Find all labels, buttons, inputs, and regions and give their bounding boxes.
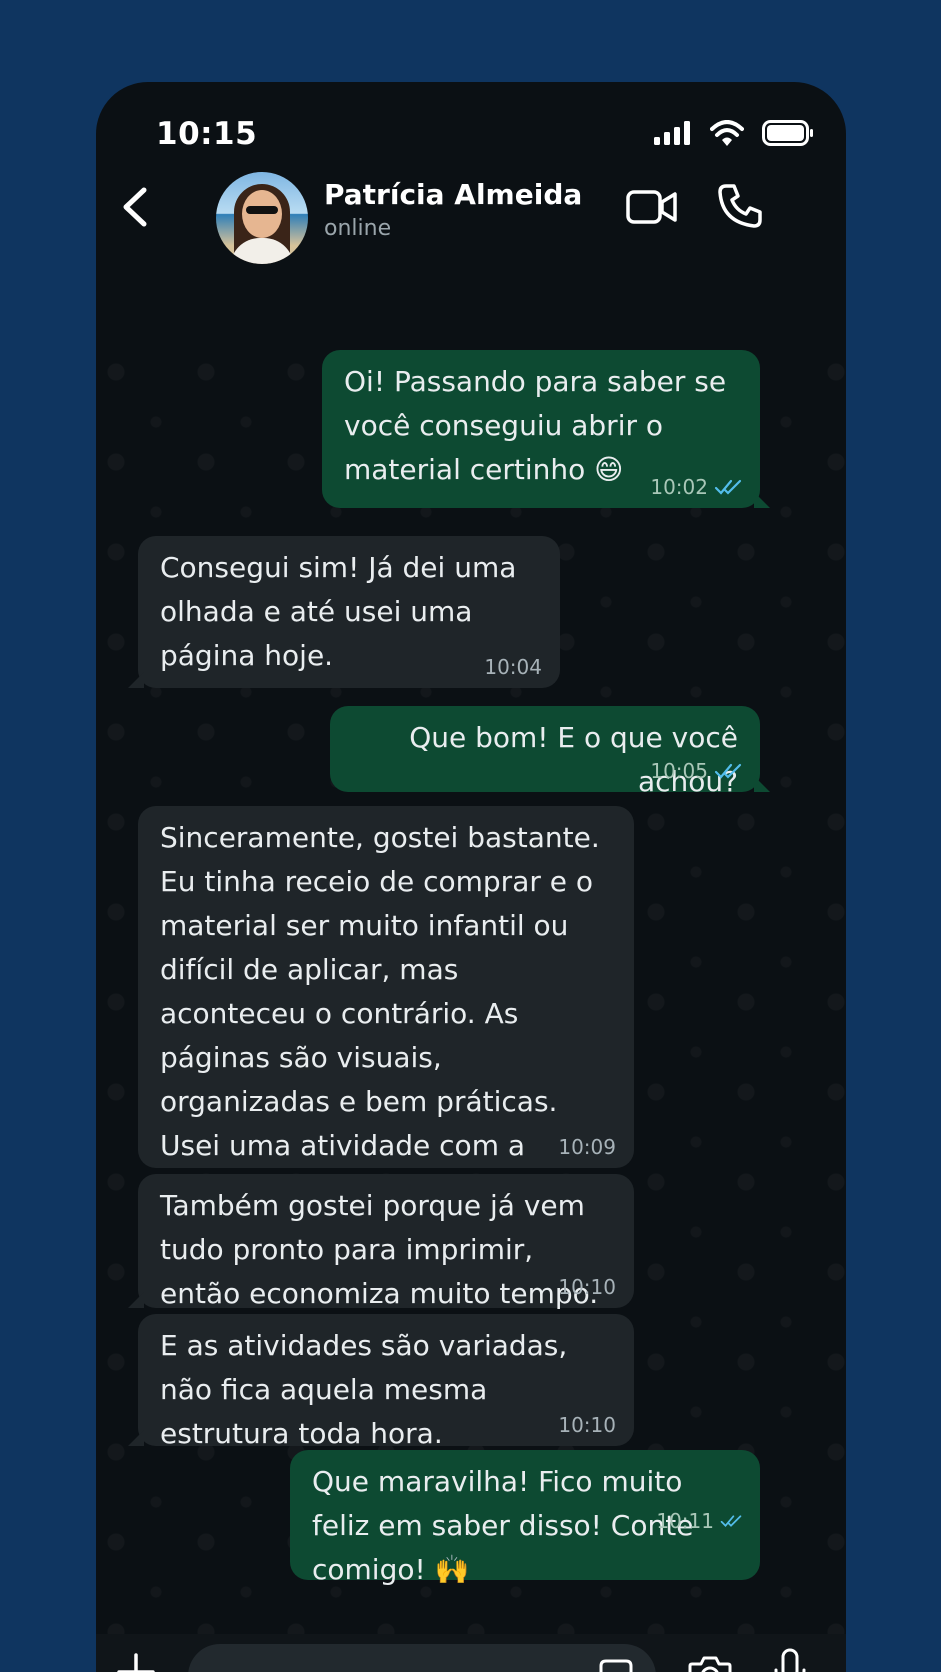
message-time: 10:04 [484,655,542,679]
message-time: 10:09 [558,1135,616,1159]
message-time: 10:10 [558,1275,616,1299]
message-text: Que maravilha! Fico muito feliz em saber… [312,1465,694,1586]
microphone-icon[interactable] [772,1648,808,1672]
back-arrow-icon[interactable] [116,182,156,232]
camera-icon[interactable] [688,1654,732,1672]
message-bubble-incoming[interactable]: Consegui sim! Já dei uma olhada e até us… [128,536,560,688]
message-list[interactable]: Oi! Passando para saber se você consegui… [96,350,846,1634]
chat-header: Patrícia Almeida online [96,82,846,264]
message-bubble-incoming[interactable]: Também gostei porque já vem tudo pronto … [128,1174,634,1310]
message-bubble-outgoing[interactable]: Que bom! E o que você achou? 10:05 [330,706,770,798]
message-text: E as atividades são variadas, não fica a… [160,1329,568,1450]
avatar[interactable] [216,172,308,264]
message-text: Oi! Passando para saber se você consegui… [344,365,727,486]
contact-status: online [324,216,392,241]
plus-icon[interactable] [116,1652,156,1672]
message-meta: 10:11 [656,1510,742,1532]
double-check-icon [714,479,742,495]
message-meta: 10:10 [558,1276,616,1298]
message-meta: 10:02 [650,476,742,498]
message-meta: 10:04 [484,656,542,678]
message-time: 10:10 [558,1413,616,1437]
message-text: Também gostei porque já vem tudo pronto … [160,1189,599,1310]
contact-name[interactable]: Patrícia Almeida [324,178,582,211]
message-time: 10:05 [650,759,708,783]
phone-frame: 10:15 Patrícia Almeida online Oi! Passan… [96,82,846,1672]
double-check-icon [720,1515,742,1527]
message-time: 10:02 [650,475,708,499]
composer-bar [96,1634,846,1672]
message-input[interactable] [188,1644,656,1672]
sticker-icon[interactable] [598,1658,634,1672]
phone-icon[interactable] [716,182,764,230]
message-bubble-incoming[interactable]: Sinceramente, gostei bastante. Eu tinha … [138,806,634,1250]
message-bubble-outgoing[interactable]: Que maravilha! Fico muito feliz em saber… [290,1450,760,1586]
video-call-icon[interactable] [626,186,678,228]
double-check-icon [714,763,742,779]
message-time: 10:11 [656,1509,714,1533]
message-text: Consegui sim! Já dei uma olhada e até us… [160,551,517,672]
message-bubble-outgoing[interactable]: Oi! Passando para saber se você consegui… [322,350,770,508]
message-bubble-incoming[interactable]: E as atividades são variadas, não fica a… [128,1314,634,1450]
message-meta: 10:10 [558,1414,616,1436]
message-meta: 10:05 [650,760,742,782]
message-meta: 10:09 [558,1136,616,1158]
